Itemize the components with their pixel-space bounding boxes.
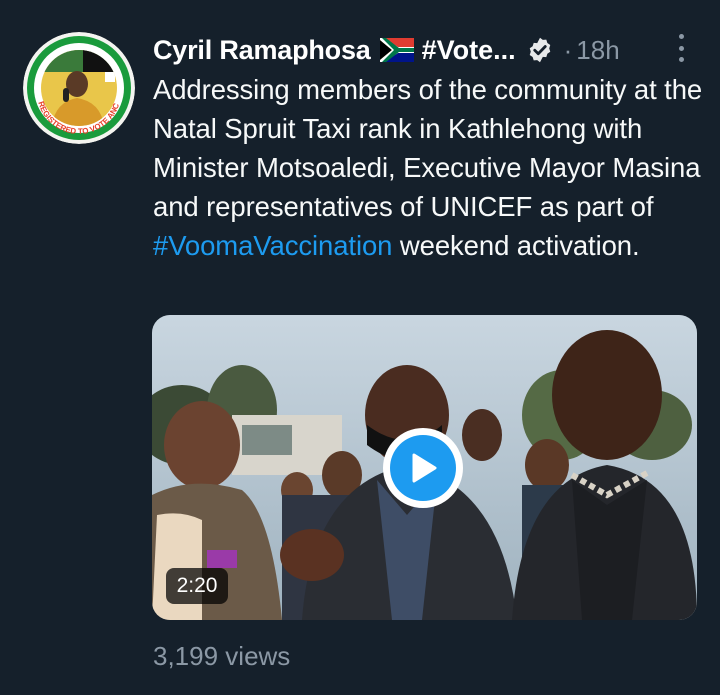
- verified-badge-icon: [526, 36, 554, 64]
- tweet-header: Cyril Ramaphosa #Vote... · 18h: [153, 30, 698, 70]
- tweet: REGISTERED TO VOTE ANC Cyril Ramaphosa #…: [0, 0, 720, 695]
- play-button[interactable]: [383, 428, 463, 508]
- avatar-image: REGISTERED TO VOTE ANC: [23, 32, 135, 144]
- more-dot: [678, 34, 684, 39]
- tweet-timestamp[interactable]: 18h: [576, 35, 619, 66]
- more-dot: [678, 57, 684, 62]
- hashtag-link[interactable]: #VoomaVaccination: [153, 230, 392, 261]
- view-count: 3,199 views: [153, 641, 291, 671]
- video-duration-badge: 2:20: [166, 568, 228, 604]
- tweet-text-body: Addressing members of the community at t…: [153, 74, 703, 222]
- south-africa-flag-icon: [379, 38, 414, 62]
- author-name-hashtag: #Vote...: [421, 34, 516, 65]
- author-name[interactable]: Cyril Ramaphosa: [153, 35, 371, 66]
- play-icon: [390, 435, 456, 501]
- more-options-icon[interactable]: [674, 32, 688, 64]
- header-separator: ·: [563, 34, 573, 65]
- tweet-text: Addressing members of the community at t…: [153, 70, 708, 265]
- avatar[interactable]: REGISTERED TO VOTE ANC: [23, 32, 135, 144]
- more-dot: [678, 45, 684, 51]
- tweet-text-tail: weekend activation.: [392, 230, 640, 261]
